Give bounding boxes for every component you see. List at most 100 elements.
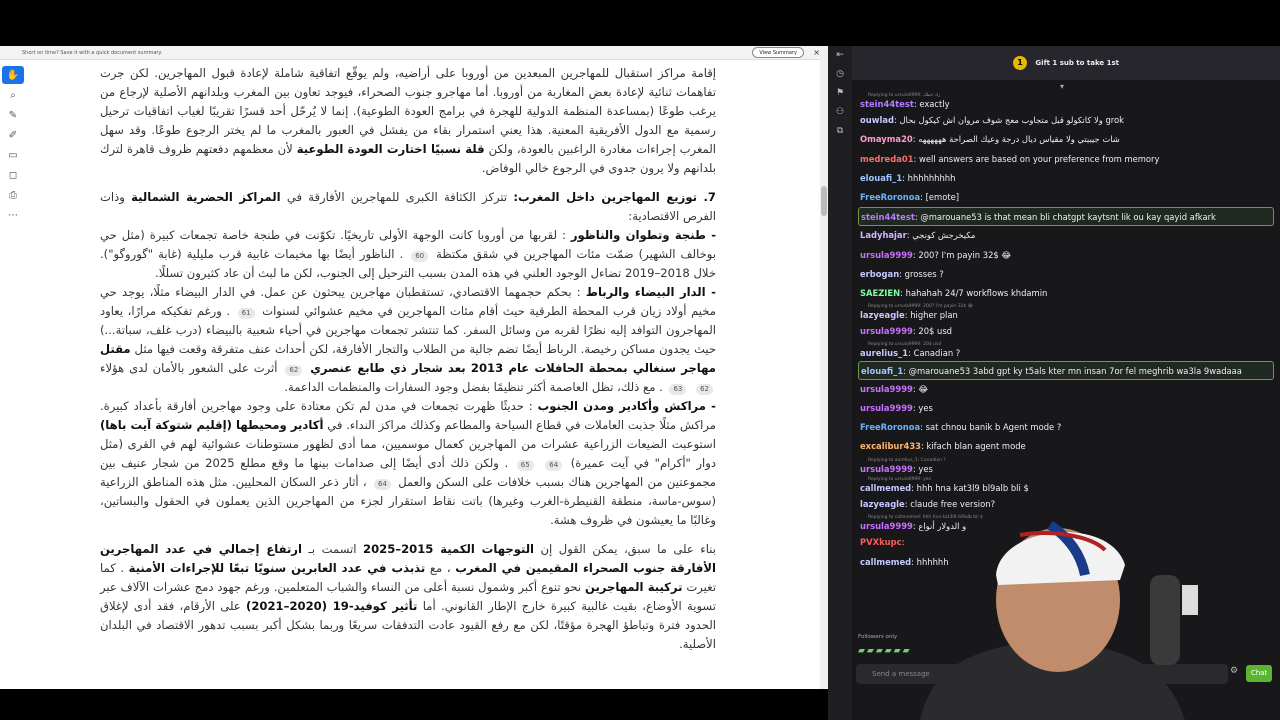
citation-badge[interactable]: 62	[696, 384, 713, 395]
chevron-down-icon[interactable]: ▾	[1060, 82, 1064, 91]
view-summary-button[interactable]: View Summary	[752, 47, 804, 58]
chat-text: @marouane53 is that mean bli chatgpt kay…	[920, 212, 1216, 223]
chat-username[interactable]: erbogan	[860, 269, 899, 279]
chat-text: 😂	[918, 383, 929, 394]
chat-send-button[interactable]: Chat	[1246, 665, 1272, 682]
gear-icon[interactable]: ⚙	[1230, 666, 1238, 676]
chat-username[interactable]: stein44test	[861, 212, 915, 222]
chat-message[interactable]: stein44test: @marouane53 is that mean bl…	[858, 207, 1274, 227]
gift-label: Gift 1 sub to take 1st	[1035, 59, 1119, 67]
gift-count-badge: 1	[1012, 56, 1027, 70]
chat-message[interactable]: Ladyhajar: مكيخرجش كونجي	[858, 226, 1274, 245]
chat-message[interactable]: erbogan: grosses ?	[858, 265, 1274, 284]
stamp-icon[interactable]: ⎙	[2, 186, 24, 204]
chat-username[interactable]: excalibur433	[860, 441, 921, 451]
chat-username[interactable]: PVXkupc	[860, 537, 902, 547]
pen-icon[interactable]: ✐	[2, 126, 24, 144]
close-icon[interactable]: ×	[813, 46, 820, 60]
copy-icon[interactable]: ⧉	[828, 122, 852, 141]
chat-message[interactable]: excalibur433: kifach blan agent mode	[858, 437, 1274, 456]
chat-username[interactable]: stein44test	[860, 99, 914, 109]
chat-message[interactable]: Replying to aurelius_1: Canadian ? ursula…	[858, 457, 1274, 476]
chat-message[interactable]: ouwlad: ولا كاتكولو قبل متجاوب معج شوف م…	[858, 111, 1274, 130]
chat-username[interactable]: ouwlad	[860, 115, 894, 125]
reply-context: Replying to ursula9999: زاد حطك	[868, 93, 941, 98]
document-scrollbar[interactable]	[820, 46, 828, 689]
citation-badge[interactable]: 65	[516, 460, 534, 471]
document-bottom-bar	[0, 689, 828, 720]
chat-message[interactable]: ursula9999: yes	[858, 399, 1274, 418]
chat-text: Canadian ?	[913, 348, 961, 359]
chat-text: hhhhhhhhh	[907, 172, 956, 183]
chat-username[interactable]: Ladyhajar	[860, 230, 907, 240]
chat-username[interactable]: lazyeagle	[860, 499, 905, 509]
chat-message[interactable]: ursula9999: 200? I'm payin 32$ 😂	[858, 246, 1274, 265]
chat-message[interactable]: Replying to ursula9999: yes callmemed: hh…	[858, 476, 1274, 495]
chat-message[interactable]: FreeRoronoa: sat chnou banik b Agent mod…	[858, 418, 1274, 437]
chat-username[interactable]: medreda01	[860, 154, 914, 164]
citation-badge[interactable]: 64	[545, 460, 563, 471]
summary-notice-text: Short on time? Save it with a quick docu…	[22, 50, 163, 56]
chat-text: 200? I'm payin 32$ 😂	[918, 249, 1012, 260]
chat-message[interactable]: elouafi_1: @marouane53 3abd gpt ky t5als…	[858, 360, 1274, 380]
streamer-webcam-overlay	[920, 520, 1198, 720]
chat-username[interactable]: FreeRoronoa	[860, 192, 920, 202]
chat-message[interactable]: Replying to ursula9999: زاد حطك stein44te…	[858, 92, 1274, 111]
chat-username[interactable]: FreeRoronoa	[860, 422, 920, 432]
section-7-paragraph: 7. توزيع المهاجرين داخل المغرب: تتركز ال…	[100, 190, 716, 223]
chat-message[interactable]: SAEZIEN: hahahah 24/7 workflows khdamin	[858, 284, 1274, 303]
list-item-casablanca: - الدار البيضاء والرباط : بحكم حجمهما ال…	[100, 285, 717, 395]
reply-context: Replying to aurelius_1: Canadian ?	[868, 457, 946, 463]
list-item-tangier: - طنجة وتطوان والناظور : لقربها من أوروب…	[100, 228, 717, 280]
chat-message[interactable]: ursula9999: 20$ usd	[858, 322, 1274, 341]
chat-text: ولا كاتكولو قبل متجاوب معج شوف مروان اش …	[899, 115, 1125, 126]
chat-username[interactable]: elouafi_1	[861, 366, 903, 376]
chat-username[interactable]: ursula9999	[860, 250, 913, 260]
chat-text: hahahah 24/7 workflows khdamin	[905, 287, 1048, 298]
highlight-icon[interactable]: ✎	[2, 106, 24, 124]
pin-icon[interactable]: ⚑	[828, 84, 852, 103]
hand-icon[interactable]: ✋	[2, 66, 24, 84]
gift-sub-banner[interactable]: 1 Gift 1 sub to take 1st	[852, 46, 1280, 80]
citation-badge[interactable]: 64	[373, 479, 391, 490]
summary-notice-bar: Short on time? Save it with a quick docu…	[0, 46, 820, 60]
comment-icon[interactable]: ▭	[2, 146, 24, 164]
chat-message[interactable]: FreeRoronoa: [emote]	[858, 188, 1274, 207]
chat-message[interactable]: medreda01: well answers are based on you…	[858, 150, 1274, 169]
chat-username[interactable]: ursula9999	[860, 326, 913, 336]
scroll-thumb[interactable]	[821, 186, 827, 216]
clock-icon[interactable]: ◷	[828, 65, 852, 84]
chat-username[interactable]: aurelius_1	[860, 348, 908, 358]
chat-message[interactable]: Replying to ursula9999: 20$ usd aurelius_…	[858, 341, 1274, 360]
chat-message[interactable]: Omayma20: شات جيبيتي ولا مقياس ديال درجة…	[858, 130, 1274, 149]
chat-username[interactable]: Omayma20	[860, 134, 913, 144]
window-top-bar	[0, 0, 1280, 46]
collapse-icon[interactable]: ⇤	[828, 46, 852, 65]
zoom-icon[interactable]: ⌕	[2, 86, 24, 104]
followers-only-label: Followers only	[858, 634, 898, 640]
chat-message[interactable]: elouafi_1: hhhhhhhhh	[858, 169, 1274, 188]
chat-username[interactable]: ursula9999	[860, 384, 913, 394]
chat-username[interactable]: ursula9999	[860, 403, 913, 413]
chat-text: yes	[918, 463, 933, 474]
chat-username[interactable]: elouafi_1	[860, 173, 902, 183]
chat-text: yes	[918, 403, 933, 413]
shape-icon[interactable]: ◻	[2, 166, 24, 184]
document-body: إقامة مراكز استقبال للمهاجرين المبعدين م…	[100, 64, 716, 654]
chat-username[interactable]: SAEZIEN	[860, 288, 900, 298]
citation-badge[interactable]: 63	[669, 384, 687, 395]
paragraph: إقامة مراكز استقبال للمهاجرين المبعدين م…	[100, 66, 716, 175]
chat-username[interactable]: ursula9999	[860, 464, 913, 474]
chat-username[interactable]: lazyeagle	[860, 310, 905, 320]
chat-message[interactable]: Replying to ursula9999: 200? I'm payin 3…	[858, 303, 1274, 322]
chat-text: exactly	[919, 99, 950, 109]
users-icon[interactable]: ⚇	[828, 103, 852, 122]
more-icon[interactable]: ⋯	[2, 206, 24, 224]
chat-username[interactable]: callmemed	[860, 483, 911, 493]
citation-badge[interactable]: 62	[285, 365, 303, 376]
chat-message[interactable]: ursula9999: 😂	[858, 380, 1274, 399]
citation-badge[interactable]: 60	[411, 251, 429, 262]
chat-text: @marouane53 3abd gpt ky t5als kter mn in…	[908, 365, 1242, 376]
citation-badge[interactable]: 61	[237, 308, 255, 319]
chat-message-list: Replying to ursula9999: زاد حطك stein44te…	[858, 92, 1274, 572]
